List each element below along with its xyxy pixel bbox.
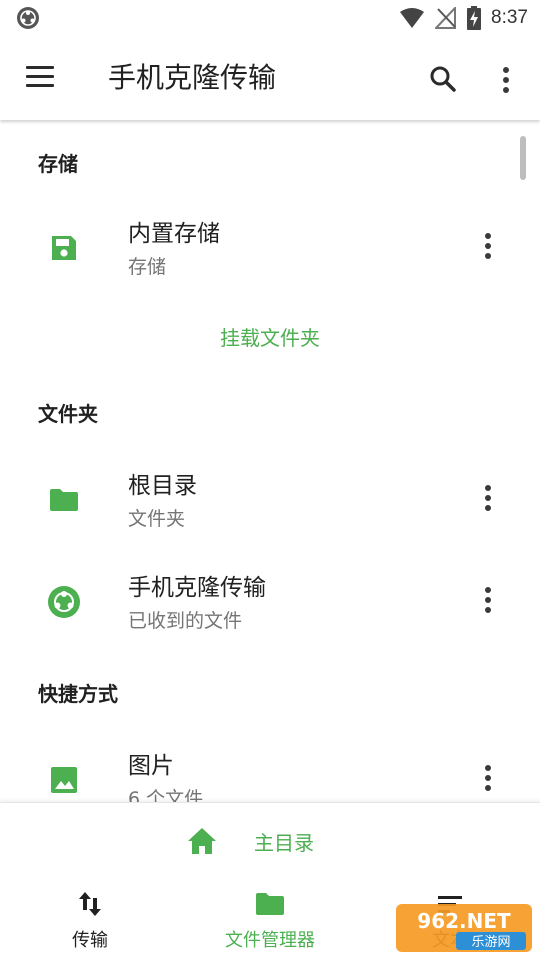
mount-folder-link[interactable]: 挂载文件夹	[0, 322, 540, 351]
search-button[interactable]	[424, 60, 464, 100]
menu-icon-line	[26, 84, 54, 87]
list-item-root-directory[interactable]: 根目录 文件夹	[0, 452, 540, 548]
more-vert-icon	[494, 62, 518, 93]
item-title: 内置存储	[128, 221, 220, 247]
svg-text:962.NET: 962.NET	[417, 909, 511, 933]
item-subtitle: 已收到的文件	[128, 610, 243, 632]
item-title: 根目录	[128, 473, 197, 499]
status-bar: 8:37	[0, 0, 540, 36]
home-bar: 主目录	[0, 802, 540, 879]
save-icon	[52, 236, 76, 260]
section-header-storage: 存储	[38, 152, 78, 176]
menu-icon	[26, 66, 54, 69]
list-item-phone-clone[interactable]: 手机克隆传输 已收到的文件	[0, 554, 540, 650]
item-more-button[interactable]	[476, 582, 500, 622]
home-label: 主目录	[254, 830, 314, 855]
overflow-menu-button[interactable]	[494, 62, 518, 98]
item-more-button[interactable]	[476, 480, 500, 520]
more-vert-icon	[476, 760, 500, 791]
wifi-icon	[400, 8, 425, 28]
more-vert-icon	[476, 228, 500, 259]
nav-tab-file-manager[interactable]: 文件管理器	[180, 888, 360, 958]
bottom-navigation: 传输 文件管理器 文本 962.NET 乐游网	[0, 878, 540, 960]
nav-tab-transfer[interactable]: 传输	[0, 888, 180, 958]
home-button[interactable]: 主目录	[186, 823, 314, 859]
menu-button[interactable]	[24, 66, 58, 90]
list-item-internal-storage[interactable]: 内置存储 存储	[0, 200, 540, 296]
more-vert-icon	[476, 582, 500, 613]
home-icon	[188, 828, 216, 854]
file-list[interactable]: 存储 内置存储 存储 挂载文件夹 文件夹 根目录 文件夹 手机克隆传输 已收到的…	[0, 120, 540, 802]
watermark-logo: 962.NET 乐游网	[396, 904, 532, 952]
status-icons: 8:37	[399, 5, 528, 31]
folder-icon	[256, 893, 284, 915]
item-more-button[interactable]	[476, 228, 500, 268]
svg-text:乐游网: 乐游网	[471, 935, 510, 950]
folder-icon	[50, 489, 78, 511]
item-title: 图片	[128, 753, 174, 779]
menu-icon-line	[26, 75, 54, 78]
item-subtitle: 文件夹	[128, 508, 186, 530]
section-header-shortcuts: 快捷方式	[38, 682, 118, 706]
status-time: 8:37	[491, 7, 528, 28]
more-vert-icon	[476, 480, 500, 511]
list-item-images[interactable]: 图片 6 个文件	[0, 732, 540, 802]
item-more-button[interactable]	[476, 760, 500, 800]
item-title: 手机克隆传输	[128, 575, 266, 601]
nav-label: 文件管理器	[225, 930, 315, 951]
page-title: 手机克隆传输	[108, 61, 277, 94]
scrollbar[interactable]	[520, 136, 526, 180]
battery-charging-icon	[467, 6, 482, 30]
app-shield-icon	[17, 7, 39, 29]
app-bar: 手机克隆传输	[0, 36, 540, 120]
transfer-arrows-icon	[79, 892, 101, 916]
section-header-folders: 文件夹	[38, 402, 98, 426]
nav-label: 传输	[72, 930, 108, 951]
item-subtitle: 6 个文件	[128, 788, 204, 802]
image-icon	[51, 767, 77, 793]
no-signal-icon	[435, 7, 457, 29]
app-share-icon	[48, 586, 80, 618]
search-icon	[430, 66, 456, 92]
item-subtitle: 存储	[128, 256, 167, 278]
